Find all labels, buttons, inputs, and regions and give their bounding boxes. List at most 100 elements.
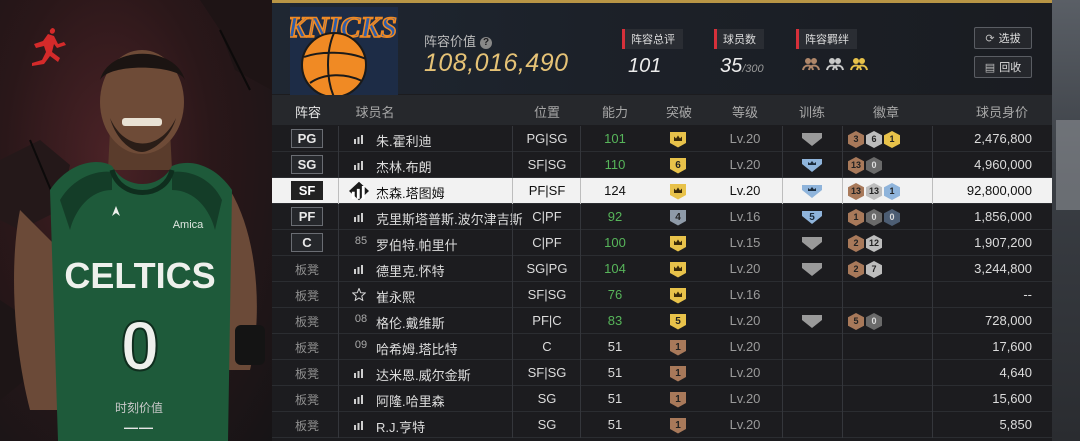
player-name[interactable]: 阿隆.哈里森 (376, 391, 445, 410)
player-name[interactable]: 达米恩.威尔金斯 (376, 365, 471, 384)
table-row[interactable]: 板凳 崔永熙 SF|SG 76 Lv.16 -- (272, 282, 1052, 308)
player-name[interactable]: 哈希姆.塔比特 (376, 339, 458, 358)
moment-value-label: 时刻价值 (114, 401, 163, 415)
player-name[interactable]: 杰林.布朗 (376, 157, 432, 176)
position-slot-badge[interactable]: PF (291, 207, 323, 226)
player-badges[interactable]: 13 13 1 (848, 183, 900, 200)
help-icon[interactable]: ? (480, 37, 493, 49)
col-badges[interactable]: 徽章 (861, 102, 911, 121)
training-badge-icon (802, 159, 822, 172)
col-lineup[interactable]: 阵容 (286, 102, 330, 121)
select-button-label: 选拔 (998, 33, 1021, 45)
legend-number-icon: 09 (354, 339, 368, 351)
player-price: 2,476,800 (974, 131, 1032, 146)
player-ability: 100 (604, 235, 626, 250)
player-count-max: /300 (742, 63, 764, 75)
legend-number-icon: 08 (354, 313, 368, 325)
badge-count-icon: 13 (848, 183, 864, 200)
player-ability: 83 (607, 313, 623, 328)
position-slot-badge[interactable]: SF (291, 181, 323, 200)
table-row[interactable]: 板凳 德里克.怀特 SG|PG 104 Lv.20 2 7 3,244,800 (272, 256, 1052, 282)
player-price: 1,856,000 (974, 209, 1032, 224)
player-level: Lv.20 (729, 261, 761, 276)
lineup-value-label: 阵容价值? (424, 31, 493, 50)
overall-rating-label: 阵容总评 (622, 29, 683, 49)
col-level[interactable]: 等级 (720, 102, 770, 121)
signal-tier-icon (354, 135, 363, 144)
synergy-silver-icon[interactable] (826, 55, 844, 73)
table-row[interactable]: 板凳 阿隆.哈里森 SG 51 1 Lv.20 15,600 (272, 386, 1052, 412)
badge-count-icon: 2 (848, 261, 864, 278)
col-training[interactable]: 训练 (787, 102, 837, 121)
player-badges[interactable]: 27 (848, 261, 882, 278)
player-position: C|PF (532, 235, 562, 250)
player-badges[interactable]: 361 (848, 131, 900, 148)
player-name[interactable]: 崔永熙 (376, 287, 415, 306)
player-level: Lv.20 (729, 391, 761, 406)
player-name[interactable]: 朱.霍利迪 (376, 131, 432, 150)
synergy-bronze-icon[interactable] (802, 55, 820, 73)
table-row[interactable]: SG 杰林.布朗 SF|SG 110 6 Lv.20 13 0 4,960,000 (272, 152, 1052, 178)
bench-slot-label[interactable]: 板凳 (291, 339, 323, 356)
breakthrough-count: 1 (675, 394, 681, 405)
refresh-icon: ⟳ (985, 32, 995, 45)
player-price: 3,244,800 (974, 261, 1032, 276)
player-badges[interactable]: 13 0 (848, 157, 882, 174)
player-badges[interactable]: 100 (848, 209, 900, 226)
jersey-team-text: CELTICS (64, 255, 215, 296)
badge-count-icon: 0 (866, 209, 882, 226)
player-price: 5,850 (999, 417, 1032, 432)
breakthrough-icon (670, 236, 686, 252)
table-row[interactable]: 板凳 08 格伦.戴维斯 PF|C 83 5 Lv.20 5 0 728,000 (272, 308, 1052, 334)
player-position: SG (537, 391, 557, 406)
signal-tier-icon (354, 213, 363, 222)
table-row[interactable]: 板凳 09 哈希姆.塔比特 C 51 1 Lv.20 17,600 (272, 334, 1052, 360)
player-name[interactable]: 德里克.怀特 (376, 261, 445, 280)
recycle-button[interactable]: ▤ 回收 (974, 56, 1032, 78)
player-price: 4,640 (999, 365, 1032, 380)
badge-count-icon: 12 (866, 235, 882, 252)
bench-slot-label[interactable]: 板凳 (291, 287, 323, 304)
player-ability: 76 (607, 287, 623, 302)
player-ability: 51 (607, 365, 623, 380)
player-count-box: 球员数 35/300 (714, 29, 764, 78)
position-slot-badge[interactable]: C (291, 233, 323, 252)
player-name[interactable]: R.J.亨特 (376, 417, 425, 436)
badge-count-icon: 7 (866, 261, 882, 278)
bench-slot-label[interactable]: 板凳 (291, 313, 323, 330)
recycle-button-label: 回收 (999, 62, 1022, 74)
player-level: Lv.20 (729, 157, 761, 172)
player-ability: 104 (604, 261, 626, 276)
bench-slot-label[interactable]: 板凳 (291, 365, 323, 382)
table-row[interactable]: C 85 罗伯特.帕里什 C|PF 100 Lv.15 2 12 1,907,200 (272, 230, 1052, 256)
table-row[interactable]: PF 克里斯塔普斯.波尔津吉斯 C|PF 92 4 Lv.16 5 1 0 0 1,856,000 (272, 204, 1052, 230)
table-row[interactable]: PG 朱.霍利迪 PG|SG 101 Lv.20 3 6 1 2,476,800 (272, 126, 1052, 152)
badge-count-icon: 5 (848, 313, 864, 330)
player-name[interactable]: 杰森.塔图姆 (376, 183, 445, 202)
table-row[interactable]: 板凳 达米恩.威尔金斯 SF|SG 51 1 Lv.20 4,640 (272, 360, 1052, 386)
position-slot-badge[interactable]: PG (291, 129, 323, 148)
table-row[interactable]: 板凳 R.J.亨特 SG 51 1 Lv.20 5,850 (272, 412, 1052, 438)
synergy-gold-icon[interactable] (850, 55, 868, 73)
table-row[interactable]: SF 杰森.塔图姆 PF|SF 124 Lv.20 13 13 1 92,800,000 (272, 178, 1052, 204)
bench-slot-label[interactable]: 板凳 (291, 261, 323, 278)
col-price[interactable]: 球员身价 (972, 102, 1032, 121)
col-position[interactable]: 位置 (522, 102, 572, 121)
select-button[interactable]: ⟳ 选拔 (974, 27, 1032, 49)
player-name[interactable]: 格伦.戴维斯 (376, 313, 445, 332)
bench-slot-label[interactable]: 板凳 (291, 417, 323, 434)
col-ability[interactable]: 能力 (590, 102, 640, 121)
col-name[interactable]: 球员名 (350, 102, 400, 121)
col-breakthrough[interactable]: 突破 (654, 102, 704, 121)
player-badges[interactable]: 50 (848, 313, 882, 330)
player-badges[interactable]: 2 12 (848, 235, 882, 252)
breakthrough-count: 6 (675, 160, 681, 171)
player-name[interactable]: 克里斯塔普斯.波尔津吉斯 (376, 209, 523, 228)
signal-tier-icon (349, 181, 369, 201)
position-slot-badge[interactable]: SG (291, 155, 323, 174)
bench-slot-label[interactable]: 板凳 (291, 391, 323, 408)
lineup-value-label-text: 阵容价值 (424, 34, 477, 49)
player-level: Lv.20 (729, 183, 761, 198)
badge-count-icon: 3 (848, 131, 864, 148)
player-name[interactable]: 罗伯特.帕里什 (376, 235, 458, 254)
